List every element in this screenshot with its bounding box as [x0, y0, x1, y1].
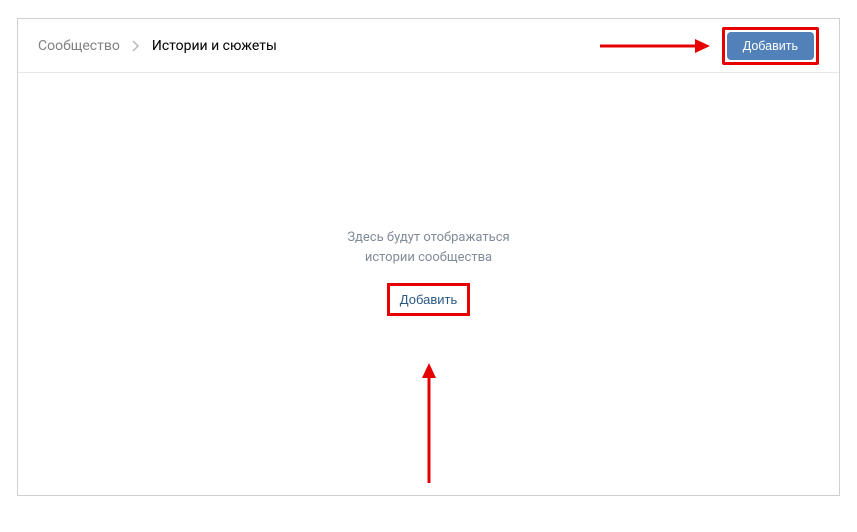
empty-state-line2: истории сообщества — [347, 248, 509, 268]
empty-state-text: Здесь будут отображаться истории сообщес… — [347, 228, 509, 267]
page-container: Сообщество Истории и сюжеты Добавить Зде… — [17, 18, 840, 496]
annotation-highlight-box: Добавить — [387, 283, 470, 316]
chevron-right-icon — [132, 40, 140, 52]
add-link[interactable]: Добавить — [392, 288, 465, 311]
breadcrumb: Сообщество Истории и сюжеты — [38, 38, 277, 54]
annotation-highlight-box: Добавить — [722, 27, 819, 65]
content-area: Здесь будут отображаться истории сообщес… — [18, 73, 839, 495]
page-header: Сообщество Истории и сюжеты Добавить — [18, 19, 839, 73]
empty-state-line1: Здесь будут отображаться — [347, 228, 509, 248]
breadcrumb-current: Истории и сюжеты — [152, 38, 277, 54]
add-button[interactable]: Добавить — [727, 32, 814, 60]
header-right: Добавить — [600, 27, 819, 65]
annotation-arrow-right — [600, 36, 710, 56]
annotation-arrow-up — [419, 363, 439, 483]
breadcrumb-root-link[interactable]: Сообщество — [38, 38, 120, 54]
